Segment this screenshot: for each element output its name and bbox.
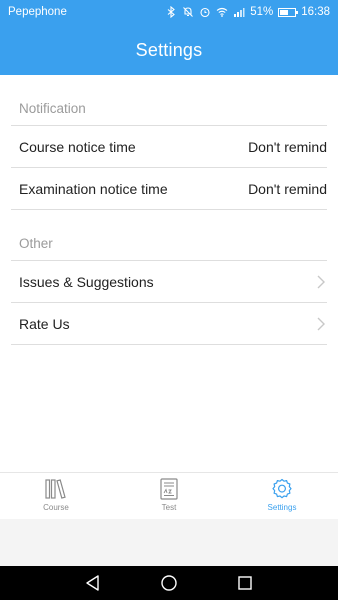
system-navigation-bar xyxy=(0,566,338,600)
row-value: Don't remind xyxy=(248,180,327,197)
row-label: Rate Us xyxy=(19,315,70,332)
tab-course[interactable]: Course xyxy=(0,473,112,519)
bluetooth-icon xyxy=(165,6,177,18)
carrier-label: Pepephone xyxy=(8,6,67,18)
bottom-tab-bar: Course Test Settings xyxy=(0,472,338,519)
divider xyxy=(11,344,327,345)
examination-notice-time-row[interactable]: Examination notice time Don't remind xyxy=(11,167,327,209)
tab-test[interactable]: Test xyxy=(113,473,225,519)
books-icon xyxy=(45,479,66,499)
wifi-icon xyxy=(216,6,228,18)
row-label: Course notice time xyxy=(19,138,136,155)
divider xyxy=(11,209,327,210)
signal-icon xyxy=(233,6,245,18)
course-notice-time-row[interactable]: Course notice time Don't remind xyxy=(11,125,327,167)
section-label-notification: Notification xyxy=(19,101,86,116)
tab-label: Settings xyxy=(267,503,297,512)
row-value: Don't remind xyxy=(248,138,327,155)
recents-icon[interactable] xyxy=(236,574,254,592)
page-title: Settings xyxy=(135,40,203,60)
empty-area xyxy=(0,519,338,566)
app-header: Pepephone 51% 16:38 Settings xyxy=(0,0,338,75)
tab-label: Course xyxy=(43,503,69,512)
home-icon[interactable] xyxy=(160,574,178,592)
back-icon[interactable] xyxy=(84,574,102,592)
test-sheet-icon xyxy=(160,478,178,500)
chevron-right-icon xyxy=(315,274,327,290)
mute-icon xyxy=(182,6,194,18)
row-label: Examination notice time xyxy=(19,180,168,197)
chevron-right-icon xyxy=(315,316,327,332)
row-label: Issues & Suggestions xyxy=(19,273,154,290)
status-bar: Pepephone 51% 16:38 xyxy=(0,0,338,24)
clock: 16:38 xyxy=(301,6,330,18)
battery-percent: 51% xyxy=(250,6,274,18)
gear-icon xyxy=(272,478,292,499)
battery-icon xyxy=(278,7,299,17)
status-icons: 51% 16:38 xyxy=(165,6,330,18)
tab-settings[interactable]: Settings xyxy=(226,473,338,519)
tab-label: Test xyxy=(161,503,177,512)
section-label-other: Other xyxy=(19,236,53,251)
alarm-icon xyxy=(199,6,211,18)
issues-suggestions-row[interactable]: Issues & Suggestions xyxy=(11,260,327,302)
settings-list: Notification Course notice time Don't re… xyxy=(0,75,338,472)
rate-us-row[interactable]: Rate Us xyxy=(11,302,327,344)
